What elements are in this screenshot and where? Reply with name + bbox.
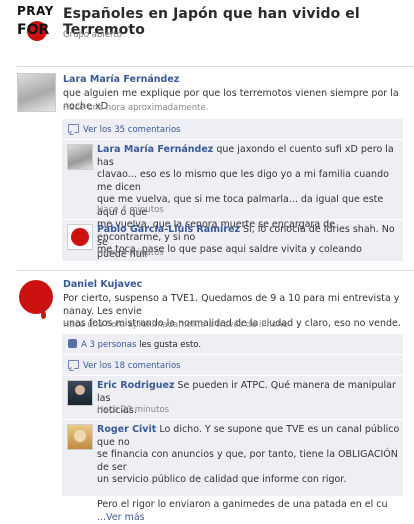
avatar[interactable] (17, 276, 57, 324)
divider (17, 270, 414, 271)
divider (62, 419, 403, 420)
divider (17, 66, 414, 67)
divider (62, 139, 403, 140)
red-circle-icon (71, 228, 89, 246)
comment-text: un servicio público de calidad que infor… (97, 474, 347, 485)
avatar[interactable] (67, 144, 93, 170)
comment: Roger Civit Lo dicho. Y se supone que TV… (97, 424, 403, 524)
avatar[interactable] (67, 224, 93, 250)
post-author[interactable]: Daniel Kujavec (63, 279, 142, 290)
group-privacy: Grupo abierto (63, 30, 122, 40)
comment-text: se financia con anuncios y que, por tant… (97, 449, 398, 473)
red-circle-icon (19, 280, 53, 314)
avatar[interactable] (67, 424, 93, 450)
face-icon (75, 385, 85, 395)
post-meta: Hace una hora aproximadamente a través d… (63, 320, 288, 330)
face-icon (74, 430, 86, 442)
comment-text: clavao... eso es lo mismo que les digo y… (97, 169, 389, 193)
divider (62, 354, 403, 355)
comment-time[interactable]: Hace 20 minutos (97, 405, 169, 415)
view-all-comments-link[interactable]: Ver los 18 comentarios (68, 360, 181, 371)
post-time[interactable]: Hace una hora aproximadamente. (63, 103, 208, 113)
divider (62, 375, 403, 376)
see-more-link[interactable]: ...Ver más (97, 512, 145, 523)
drip-icon (41, 310, 46, 319)
logo-top-text: PRAY (17, 4, 54, 18)
like-thumb-icon (68, 339, 77, 348)
post-via: a través de iPhone (205, 320, 288, 330)
comment-time[interactable]: Hace 4 minutos (97, 205, 164, 215)
comment-icon (68, 124, 79, 133)
likes-summary: A 3 personas les gusta esto. (68, 339, 201, 350)
likes-count-link[interactable]: A 3 personas (81, 340, 136, 350)
comment-author[interactable]: Lara María Fernández (97, 144, 213, 155)
comment-author[interactable]: Roger Civit (97, 424, 156, 435)
group-header: PRAY FOR Españoles en Japón que han vivi… (0, 0, 414, 60)
comment-text: Pero el rigor lo enviaron a ganimedes de… (97, 499, 388, 510)
likes-text: les gusta esto. (136, 340, 202, 350)
post-author[interactable]: Lara María Fernández (63, 74, 179, 85)
comment-author[interactable]: Pablo García-Lluis Ramírez (97, 224, 240, 235)
comment-time[interactable]: Hace 4 minutos (97, 248, 164, 258)
comment-icon (68, 360, 79, 369)
post-time[interactable]: Hace una hora aproximadamente (63, 320, 206, 330)
comment-author[interactable]: Eric Rodriguez (97, 380, 175, 391)
avatar[interactable] (67, 380, 93, 406)
logo-bottom-text: FOR (17, 22, 50, 38)
pray-for-logo[interactable]: PRAY FOR (17, 4, 57, 46)
divider (62, 219, 403, 220)
view-all-comments-link[interactable]: Ver los 35 comentarios (68, 124, 181, 135)
avatar[interactable] (17, 73, 56, 112)
